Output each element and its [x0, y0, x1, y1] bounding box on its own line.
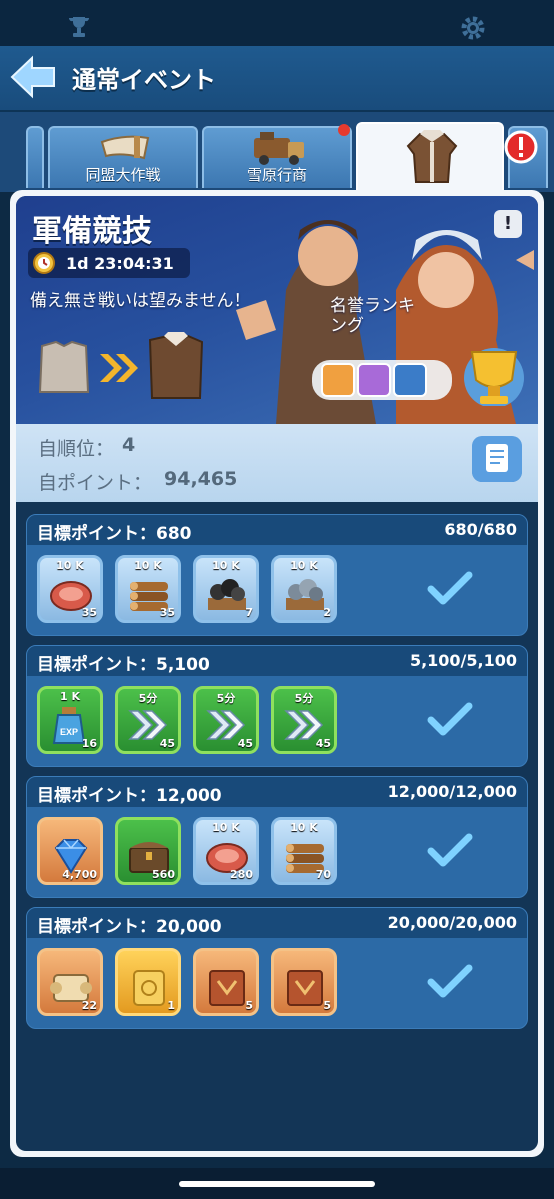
coal-icon	[208, 579, 246, 610]
reward-item-speed[interactable]: 5分 45	[193, 686, 259, 754]
notification-dot	[338, 124, 350, 136]
jacket-icon	[406, 130, 458, 183]
reward-item-ticket[interactable]: 1	[115, 948, 181, 1016]
svg-text:EXP: EXP	[60, 727, 78, 737]
reward-item-speed[interactable]: 5分 45	[271, 686, 337, 754]
reward-item-book[interactable]: 5	[271, 948, 337, 1016]
reward-amount: 10 K	[290, 821, 318, 834]
goal-header: 目標ポイント：20,000 20,000/20,000	[27, 908, 527, 938]
back-arrow-icon[interactable]	[8, 54, 58, 100]
reward-item-wood[interactable]: 10 K 35	[115, 555, 181, 623]
reward-amount: 5分	[138, 692, 158, 705]
notes-icon[interactable]	[472, 436, 522, 482]
reward-count: 2	[323, 606, 331, 619]
reward-count: 1	[167, 999, 175, 1012]
tab-partial-left[interactable]	[26, 126, 44, 188]
reward-amount: 5分	[294, 692, 314, 705]
rank-label: 自順位：	[38, 438, 115, 460]
reward-amount: 10 K	[134, 559, 162, 572]
goal-label: 目標ポイント：12,000	[37, 786, 222, 806]
goal-card: 目標ポイント：12,000 12,000/12,000 4,700 560 10 K 28…	[26, 776, 528, 898]
reward-count: 16	[81, 737, 97, 750]
truck-icon	[254, 132, 304, 165]
reward-amount: 10 K	[56, 559, 84, 572]
home-indicator[interactable]	[179, 1181, 375, 1187]
event-banner: 軍備競技 1d 23:04:31 備え無き戦いは望みません！ ! 名誉ランキング	[16, 196, 538, 424]
goal-progress: 20,000/20,000	[387, 913, 517, 932]
goal-header: 目標ポイント：680 680/680	[27, 515, 527, 545]
goal-progress: 5,100/5,100	[409, 651, 517, 670]
points-value: 94,465	[164, 468, 238, 490]
reward-count: 45	[237, 737, 253, 750]
reward-count: 4,700	[62, 868, 97, 881]
reward-amount: 10 K	[290, 559, 318, 572]
reward-item-gem[interactable]: 4,700	[37, 817, 103, 885]
reward-amount: 10 K	[212, 821, 240, 834]
tab-snowfield-trade[interactable]: 雪原行商	[202, 126, 352, 188]
reward-item-iron[interactable]: 10 K 2	[271, 555, 337, 623]
horn-icon	[100, 135, 150, 160]
tab-arms-race[interactable]	[356, 122, 504, 192]
reward-count: 5	[323, 999, 331, 1012]
event-timer: 1d 23:04:31	[28, 248, 190, 278]
goal-card: 目標ポイント：5,100 5,100/5,100 EXP 1 K 16 5分 45 5分 45 5…	[26, 645, 528, 767]
goal-label: 目標ポイント：20,000	[37, 917, 222, 937]
iron-icon	[286, 579, 324, 610]
reward-count: 35	[159, 606, 175, 619]
top-bar	[0, 0, 554, 46]
reward-item-book[interactable]: 5	[193, 948, 259, 1016]
reward-amount: 5分	[216, 692, 236, 705]
honor-ranking-label: 名誉ランキング	[330, 296, 415, 336]
goal-progress: 680/680	[444, 520, 517, 539]
reward-item-coal[interactable]: 10 K 7	[193, 555, 259, 623]
goal-label: 目標ポイント：5,100	[37, 655, 210, 675]
clock-icon	[33, 252, 55, 274]
event-title: 軍備競技	[32, 214, 152, 249]
goal-progress: 12,000/12,000	[387, 782, 517, 801]
goal-header: 目標ポイント：12,000 12,000/12,000	[27, 777, 527, 807]
reward-count: 70	[315, 868, 331, 881]
checkmark-icon	[427, 571, 473, 605]
page-title: 通常イベント	[72, 66, 216, 94]
reward-count: 7	[245, 606, 253, 619]
page-header: 通常イベント	[0, 46, 554, 112]
reward-count: 35	[81, 606, 97, 619]
reward-count: 280	[230, 868, 253, 881]
tab-alliance-battle[interactable]: 同盟大作戦	[48, 126, 198, 188]
jacket-upgrade-illustration	[38, 332, 204, 399]
book-icon	[287, 970, 323, 1006]
player-stats: 自順位： 4 自ポイント： 94,465	[16, 424, 538, 502]
reward-item-exp[interactable]: EXP 1 K 16	[37, 686, 103, 754]
reward-amount: 1 K	[59, 690, 80, 703]
checkmark-icon	[427, 702, 473, 736]
reward-count: 5	[245, 999, 253, 1012]
reward-count: 22	[81, 999, 97, 1012]
reward-item-meat[interactable]: 10 K 35	[37, 555, 103, 623]
rank-value: 4	[122, 434, 136, 456]
points-label: 自ポイント：	[38, 472, 153, 494]
goal-label: 目標ポイント：680	[37, 524, 192, 544]
goal-card: 目標ポイント：20,000 20,000/20,000 22 1 5 5	[26, 907, 528, 1029]
goal-header: 目標ポイント：5,100 5,100/5,100	[27, 646, 527, 676]
reward-item-meat[interactable]: 10 K 280	[193, 817, 259, 885]
ranking-rewards[interactable]	[312, 346, 530, 406]
reward-amount: 10 K	[212, 559, 240, 572]
goal-card: 目標ポイント：680 680/680 10 K 35 10 K 35 10 K 7 10 K 2	[26, 514, 528, 636]
ticket-icon	[133, 970, 165, 1006]
checkmark-icon	[427, 833, 473, 867]
reward-count: 45	[159, 737, 175, 750]
checkmark-icon	[427, 964, 473, 998]
reward-item-scroll[interactable]: 22	[37, 948, 103, 1016]
reward-item-wood[interactable]: 10 K 70	[271, 817, 337, 885]
gear-icon[interactable]	[460, 15, 486, 41]
reward-count: 560	[152, 868, 175, 881]
reward-item-speed[interactable]: 5分 45	[115, 686, 181, 754]
alert-icon[interactable]	[504, 130, 538, 164]
reward-count: 45	[315, 737, 331, 750]
trophy-icon[interactable]	[66, 14, 92, 40]
reward-item-chest[interactable]: 560	[115, 817, 181, 885]
book-icon	[209, 970, 245, 1006]
event-panel: 軍備競技 1d 23:04:31 備え無き戦いは望みません！ ! 名誉ランキング	[16, 196, 538, 1151]
